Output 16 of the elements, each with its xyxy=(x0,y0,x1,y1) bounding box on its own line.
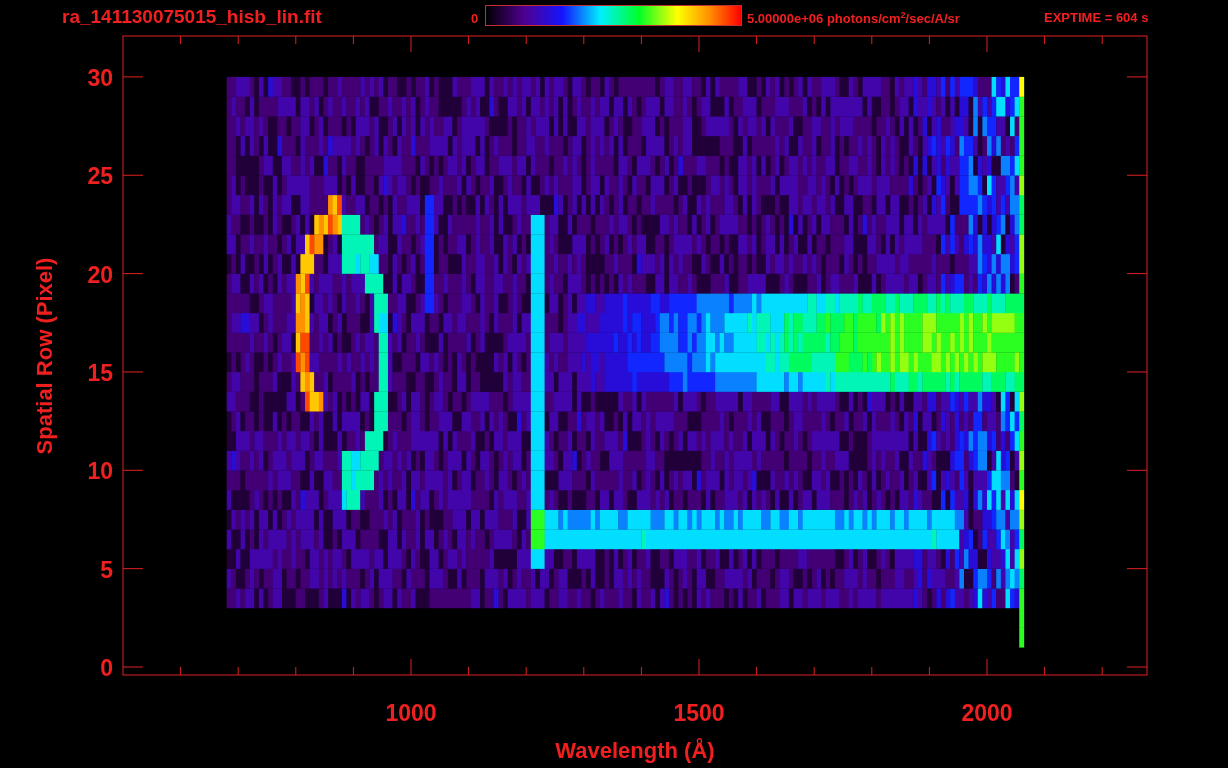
y-tick-label: 20 xyxy=(87,261,113,288)
exposure-time-label: EXPTIME = 604 s xyxy=(1044,10,1149,25)
x-axis-label: Wavelength (Å) xyxy=(555,738,715,763)
x-tick-label: 1000 xyxy=(385,700,437,726)
colorbar-min-label: 0 xyxy=(471,11,479,26)
plot-title: ra_141130075015_hisb_lin.fit xyxy=(62,6,322,28)
y-tick-label: 0 xyxy=(100,655,113,681)
x-tick-label: 2000 xyxy=(961,700,1013,726)
y-tick-label: 30 xyxy=(87,64,113,91)
y-tick-label: 10 xyxy=(87,458,113,485)
y-tick-label: 25 xyxy=(87,163,113,190)
y-axis-label: Spatial Row (Pixel) xyxy=(32,257,57,455)
y-tick-label: 15 xyxy=(87,359,113,386)
y-tick-label: 5 xyxy=(100,556,113,583)
x-tick-label: 1500 xyxy=(673,700,725,726)
colorbar-max-label: 5.00000e+06 photons/cm$^{2}$/sec/A/sr xyxy=(747,10,960,27)
